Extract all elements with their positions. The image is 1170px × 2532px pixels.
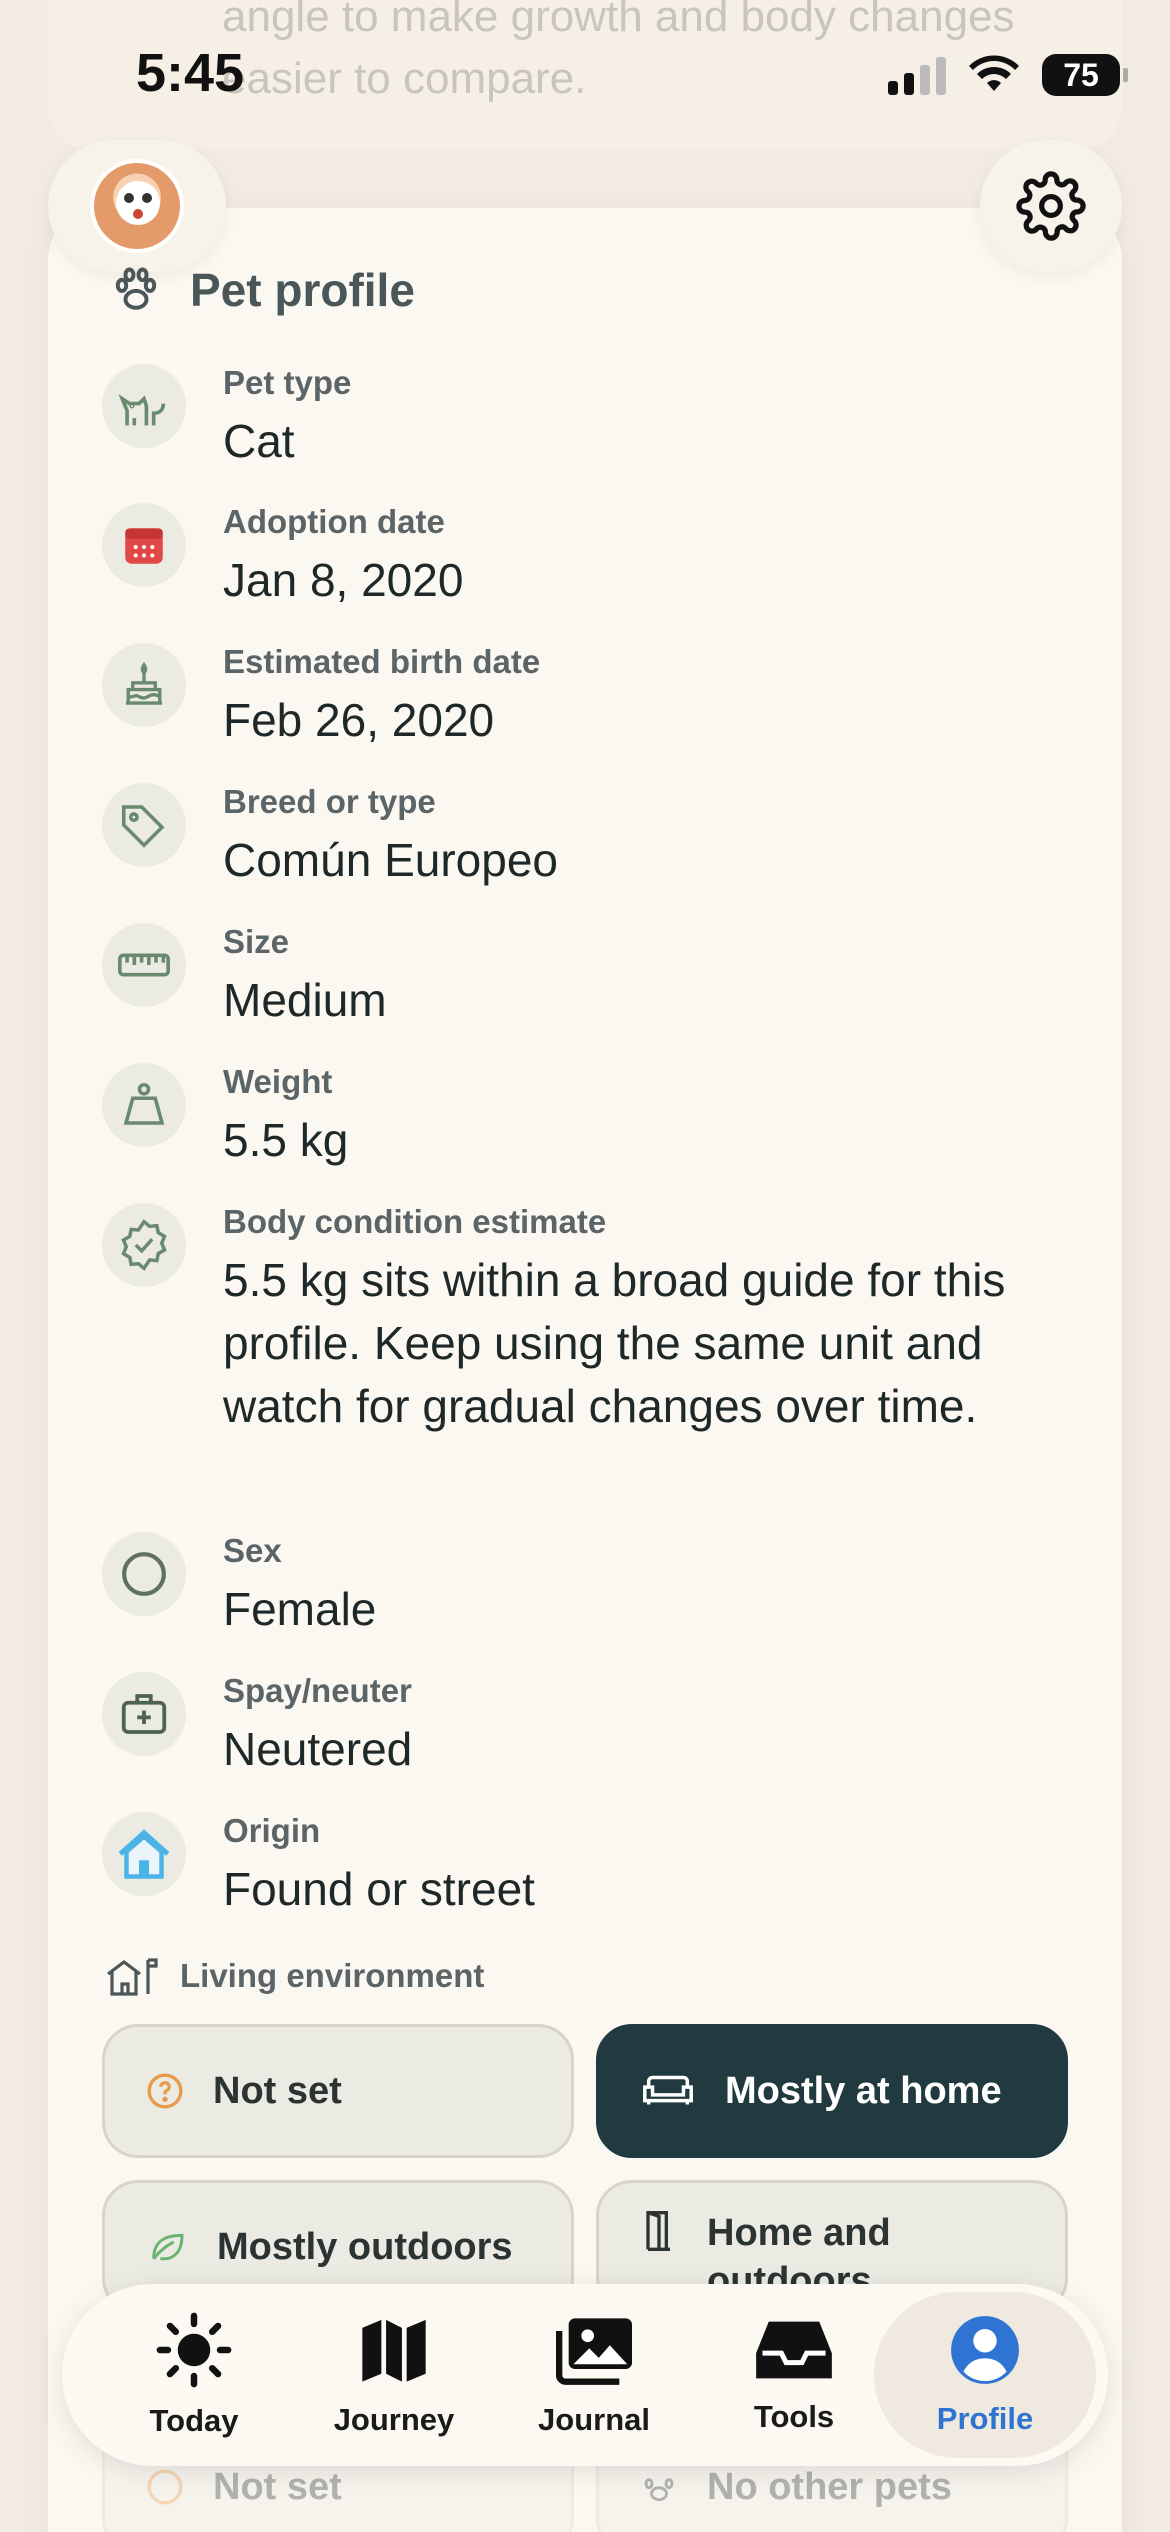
field-label: Spay/neuter <box>223 1672 412 1709</box>
field-label: Adoption date <box>223 503 445 540</box>
field-label: Origin <box>223 1812 321 1849</box>
chip-label: Not set <box>213 2069 342 2112</box>
tab-journal[interactable]: Journal <box>494 2284 694 2466</box>
field-value: Jan 8, 2020 <box>223 554 464 606</box>
chip-label: No other pets <box>707 2465 952 2508</box>
field-label: Pet type <box>223 364 352 401</box>
question-icon <box>147 2073 183 2109</box>
field-label: Size <box>223 923 290 960</box>
card-title-text: Pet profile <box>190 264 415 316</box>
field-label: Sex <box>223 1532 282 1569</box>
field-label: Weight <box>223 1063 333 1100</box>
field-value: Común Europeo <box>223 834 558 886</box>
leaf-icon <box>152 2233 184 2261</box>
tag-icon <box>102 783 186 867</box>
tab-label: Today <box>149 2403 239 2438</box>
tab-today[interactable]: Today <box>94 2284 294 2466</box>
living-environment-text: Living environment <box>180 1957 485 1994</box>
field-value: Neutered <box>223 1723 413 1775</box>
field-value: Found or street <box>223 1863 535 1915</box>
settings-button[interactable] <box>980 140 1122 272</box>
map-icon <box>362 2319 426 2382</box>
tab-profile[interactable]: Profile <box>874 2292 1096 2458</box>
field-label: Estimated birth date <box>223 643 541 680</box>
calendar-icon <box>102 503 186 587</box>
door-icon <box>646 2211 670 2251</box>
env-option-mostly-at-home[interactable]: Mostly at home <box>596 2024 1068 2158</box>
field-value: Female <box>223 1583 377 1635</box>
gear-icon <box>1016 171 1086 241</box>
paw-icon <box>644 2478 674 2502</box>
medical-kit-icon <box>102 1672 186 1756</box>
cake-icon <box>102 643 186 727</box>
field-value: Cat <box>223 415 295 467</box>
weight-icon <box>102 1063 186 1147</box>
status-time: 5:45 <box>136 43 245 103</box>
tray-icon <box>756 2321 832 2379</box>
tab-tools[interactable]: Tools <box>694 2284 894 2466</box>
circle-icon <box>102 1532 186 1616</box>
card-title: Pet profile <box>108 262 415 318</box>
tab-label: Journal <box>538 2402 650 2437</box>
tab-label: Tools <box>753 2399 835 2434</box>
chip-label: Mostly outdoors <box>217 2225 513 2268</box>
badge-check-icon <box>102 1203 186 1287</box>
battery-icon: 75 <box>1042 54 1128 96</box>
ruler-icon <box>102 923 186 1007</box>
tab-label: Journey <box>333 2402 455 2437</box>
bottom-tab-bar: Today Journey Journal Tools Profile <box>62 2284 1108 2466</box>
env-option-not-set[interactable]: Not set <box>102 2024 574 2158</box>
house-icon <box>102 1812 186 1896</box>
chip-label: Not set <box>213 2465 342 2508</box>
field-value: 5.5 kg <box>223 1114 349 1166</box>
cellular-signal-icon <box>888 55 946 95</box>
field-value: Feb 26, 2020 <box>223 694 495 746</box>
status-icons: 75 <box>888 54 1128 96</box>
chip-label: Mostly at home <box>725 2069 1002 2112</box>
sofa-icon <box>643 2075 693 2105</box>
field-value: 5.5 kg sits within a broad guide for thi… <box>223 1254 1006 1432</box>
field-label: Body condition estimate <box>223 1203 607 1240</box>
person-icon <box>951 2316 1019 2384</box>
field-value: Medium <box>223 974 387 1026</box>
paw-icon <box>115 267 157 310</box>
wifi-icon <box>969 55 1019 91</box>
question-icon <box>147 2469 183 2505</box>
tab-journey[interactable]: Journey <box>294 2284 494 2466</box>
field-label: Breed or type <box>223 783 436 820</box>
tab-label: Profile <box>936 2401 1034 2436</box>
living-environment-label: Living environment <box>104 1954 484 1998</box>
house-flag-icon <box>107 1958 158 1996</box>
pet-avatar <box>90 159 184 253</box>
pet-avatar-button[interactable] <box>48 140 226 272</box>
photos-icon <box>556 2318 632 2385</box>
sun-icon <box>156 2312 232 2388</box>
cat-icon <box>102 364 186 448</box>
